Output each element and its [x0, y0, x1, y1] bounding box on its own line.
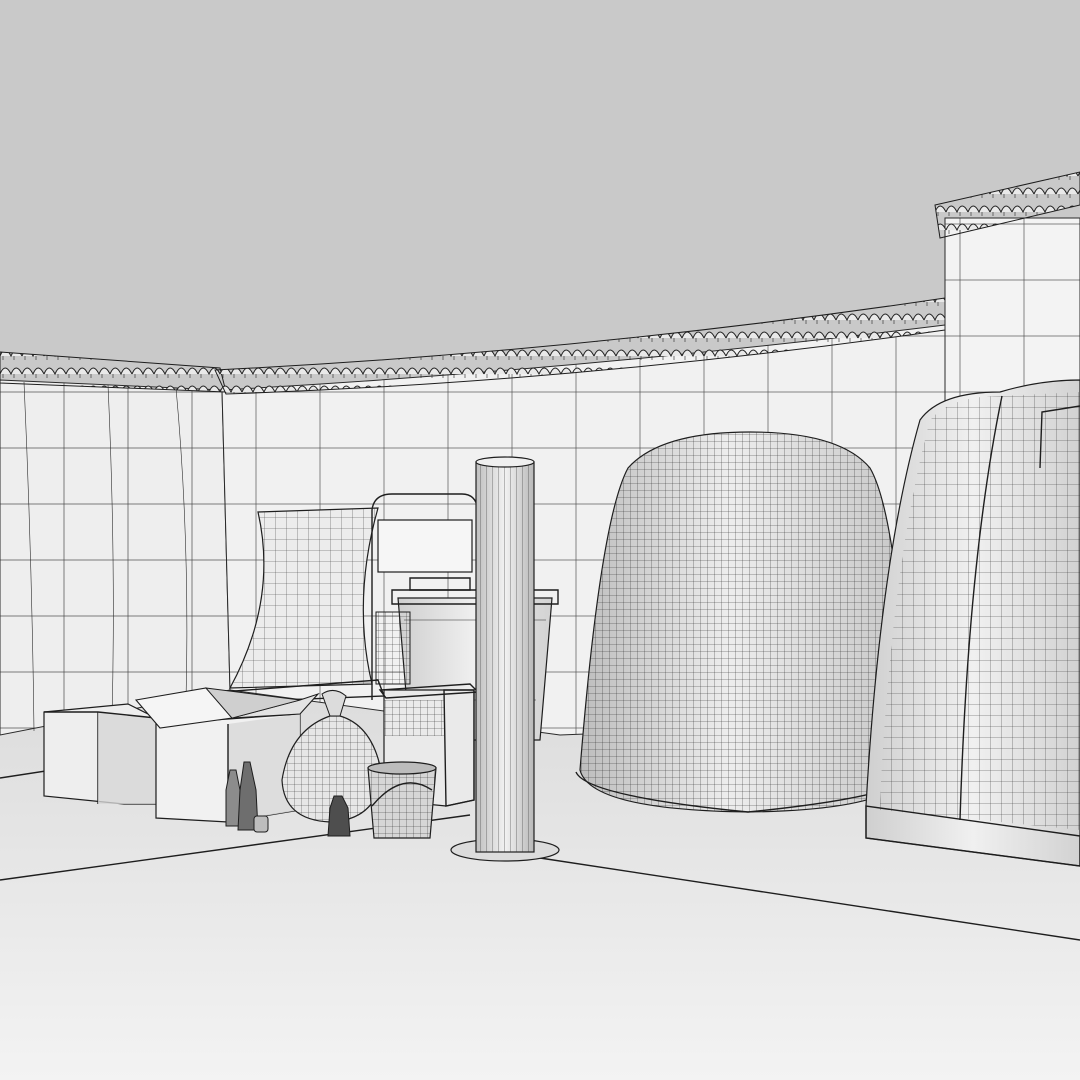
- wireframe-scene: [0, 0, 1080, 1080]
- sign-board-panel: [377, 519, 473, 573]
- dome-compost-bin: [575, 431, 917, 813]
- bucket: [367, 761, 437, 839]
- tiled-wall-left: [0, 379, 231, 736]
- cardboard-box-left: [43, 703, 157, 805]
